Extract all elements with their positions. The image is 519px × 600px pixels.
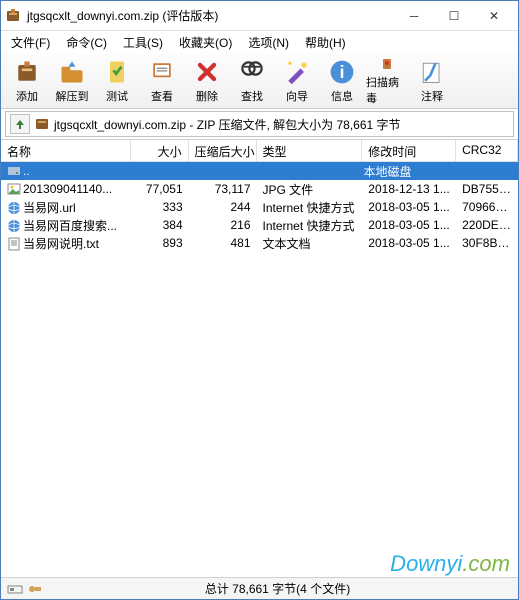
menu-tools[interactable]: 工具(S) [117,32,169,53]
test-button[interactable]: 测试 [95,55,139,107]
col-packed-header[interactable]: 压缩后大小 [189,140,257,161]
col-date-header[interactable]: 修改时间 [362,140,456,161]
archive-icon [34,116,50,132]
menu-help[interactable]: 帮助(H) [299,32,352,53]
table-row[interactable]: 201309041140...77,05173,117JPG 文件2018-12… [1,180,518,198]
maximize-button[interactable]: ☐ [434,2,474,30]
menu-options[interactable]: 选项(N) [242,32,295,53]
find-button[interactable]: 查找 [230,55,274,107]
grid-header: 名称 大小 压缩后大小 类型 修改时间 CRC32 [1,140,518,162]
watermark: Downyi.com [390,551,510,577]
comment-button[interactable]: 注释 [410,55,454,107]
scan-button[interactable]: 扫描病毒 [365,55,409,107]
wizard-button[interactable]: 向导 [275,55,319,107]
view-button[interactable]: 查看 [140,55,184,107]
close-button[interactable]: ✕ [474,2,514,30]
table-row[interactable]: 当易网.url333244Internet 快捷方式2018-03-05 1..… [1,198,518,216]
status-text: 总计 78,661 字节(4 个文件) [43,580,512,597]
menu-command[interactable]: 命令(C) [60,32,113,53]
up-button[interactable] [10,114,30,134]
table-row[interactable]: 当易网说明.txt893481文本文档2018-03-05 1...30F8B8… [1,234,518,252]
info-button[interactable]: i信息 [320,55,364,107]
col-crc-header[interactable]: CRC32 [456,140,518,161]
window-title: jtgsqcxlt_downyi.com.zip (评估版本) [27,7,394,24]
status-icon-2 [27,583,43,595]
add-button[interactable]: 添加 [5,55,49,107]
col-name-header[interactable]: 名称 [1,140,131,161]
pathbar[interactable]: jtgsqcxlt_downyi.com.zip - ZIP 压缩文件, 解包大… [5,111,514,137]
toolbar: 添加 解压到 测试 查看 删除 查找 向导 i信息 扫描病毒 注释 [1,53,518,109]
extract-button[interactable]: 解压到 [50,55,94,107]
pathbar-text: jtgsqcxlt_downyi.com.zip - ZIP 压缩文件, 解包大… [54,116,401,133]
file-grid: 名称 大小 压缩后大小 类型 修改时间 CRC32 ..本地磁盘20130904… [1,139,518,252]
app-icon [5,8,21,24]
minimize-button[interactable]: ─ [394,2,434,30]
col-type-header[interactable]: 类型 [257,140,363,161]
status-icon-1 [7,583,23,595]
menubar: 文件(F) 命令(C) 工具(S) 收藏夹(O) 选项(N) 帮助(H) [1,31,518,53]
menu-favorites[interactable]: 收藏夹(O) [173,32,238,53]
menu-file[interactable]: 文件(F) [5,32,56,53]
svg-text:i: i [340,62,345,82]
statusbar: 总计 78,661 字节(4 个文件) [1,577,518,599]
titlebar: jtgsqcxlt_downyi.com.zip (评估版本) ─ ☐ ✕ [1,1,518,31]
delete-button[interactable]: 删除 [185,55,229,107]
table-row[interactable]: 当易网百度搜索...384216Internet 快捷方式2018-03-05 … [1,216,518,234]
col-size-header[interactable]: 大小 [131,140,189,161]
parent-row[interactable]: ..本地磁盘 [1,162,518,180]
